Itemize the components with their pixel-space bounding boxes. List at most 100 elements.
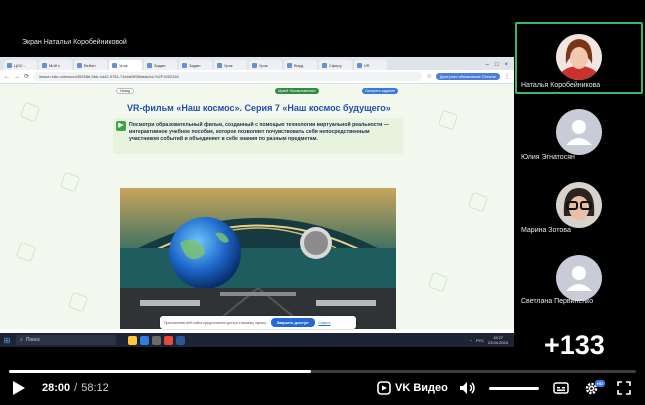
- browser-tab[interactable]: VR: [354, 60, 387, 70]
- browser-tab[interactable]: ЦОС -: [4, 60, 37, 70]
- screen-share-notification-text: Приложению веб-сайта предоставлен доступ…: [164, 320, 267, 325]
- favicon-icon: [42, 62, 47, 68]
- windows-taskbar: ⊞ ⌕ Поиск ◔ РУС 15:27 23.04.2024: [0, 333, 514, 347]
- maximize-icon[interactable]: □: [495, 62, 499, 68]
- volume-icon: [460, 382, 475, 394]
- background-doodle-icon: [467, 191, 489, 213]
- favicon-icon: [217, 62, 222, 68]
- video-progress-track[interactable]: [9, 370, 636, 373]
- back-button[interactable]: Назад: [116, 88, 135, 94]
- avatar: [556, 182, 602, 228]
- player-controls: 28:00 / 58:12 VK Видео HD: [0, 360, 645, 405]
- windows-start-icon[interactable]: ⊞: [0, 333, 14, 347]
- stop-sharing-button[interactable]: Закрыть доступ: [270, 318, 315, 327]
- screen-share-notification: Приложению веб-сайта предоставлен доступ…: [160, 316, 356, 329]
- default-avatar-icon: [556, 109, 602, 155]
- fullscreen-icon: [617, 381, 631, 395]
- view-task-button[interactable]: Смотреть задание: [362, 88, 398, 94]
- taskbar-apps: [128, 335, 185, 345]
- menu-icon[interactable]: ⋮: [504, 73, 510, 80]
- favicon-icon: [357, 62, 362, 68]
- browser-tab[interactable]: Урок: [214, 60, 247, 70]
- participant-tile[interactable]: Юлия Эгнатосян: [514, 97, 644, 172]
- close-icon[interactable]: ×: [504, 62, 508, 68]
- browser-tab-active[interactable]: Урок: [109, 60, 142, 70]
- system-tray: ◔ РУС 15:27 23.04.2024: [470, 335, 514, 345]
- edge-icon[interactable]: [140, 335, 149, 345]
- volume-button[interactable]: [459, 380, 477, 396]
- browser-tab[interactable]: Мой с: [39, 60, 72, 70]
- address-bar-row: ← → ⟳ lesson.edu.ru/lesson/392686-5bb-4d…: [0, 70, 514, 84]
- chrome-update-button[interactable]: Доступно обновление Chrome: [435, 73, 500, 80]
- minimize-icon[interactable]: –: [486, 62, 489, 68]
- lesson-title: VR-фильм «Наш космос». Серия 7 «Наш косм…: [127, 103, 391, 113]
- favicon-icon: [77, 62, 82, 68]
- favicon-icon: [7, 62, 12, 68]
- favicon-icon: [147, 62, 152, 68]
- video-progress-fill: [9, 370, 311, 373]
- forward-icon[interactable]: →: [14, 74, 20, 80]
- background-doodle-icon: [19, 101, 41, 123]
- file-explorer-icon[interactable]: [128, 335, 137, 345]
- reload-icon[interactable]: ⟳: [24, 73, 29, 80]
- background-doodle-icon: [59, 171, 81, 193]
- participant-tile[interactable]: Марина Зотова: [514, 170, 644, 245]
- favicon-icon: [112, 62, 117, 68]
- background-doodle-icon: [437, 109, 459, 131]
- more-participants-count[interactable]: +133: [544, 330, 605, 361]
- avatar: [556, 34, 602, 80]
- lesson-page: Назад Музей «Космонавтики» Смотреть зада…: [0, 84, 514, 329]
- vk-video-logo[interactable]: VK Видео: [377, 380, 448, 396]
- background-doodle-icon: [427, 271, 449, 293]
- time-separator: /: [74, 382, 78, 394]
- browser-tab[interactable]: Задан: [179, 60, 212, 70]
- word-icon[interactable]: [176, 335, 185, 345]
- lesson-note-text: Посмотри образовательный фильм, созданны…: [129, 122, 389, 142]
- participant-tile[interactable]: Светлана Первиненко: [514, 243, 644, 318]
- background-doodle-icon: [15, 241, 37, 263]
- time-display: 28:00 / 58:12: [42, 380, 109, 396]
- participant-tile[interactable]: Наталья Коробейникова: [514, 22, 644, 97]
- participant-name: Наталья Коробейникова: [521, 82, 601, 89]
- participant-name: Юлия Эгнатосян: [521, 154, 575, 161]
- url-field[interactable]: lesson.edu.ru/lesson/392686-5bb-4d42-975…: [33, 72, 423, 81]
- play-button[interactable]: [12, 380, 26, 396]
- default-avatar-icon: [556, 255, 602, 301]
- brand-label: VK Видео: [395, 382, 448, 394]
- window-controls: – □ ×: [480, 62, 514, 70]
- background-doodle-icon: [67, 291, 89, 313]
- vr-video-player[interactable]: [120, 188, 396, 329]
- taskbar-search-label: Поиск: [25, 337, 40, 343]
- vk-video-icon: [377, 381, 391, 395]
- subtitles-icon: [553, 382, 569, 394]
- play-icon: [13, 381, 25, 395]
- search-icon: ⌕: [20, 337, 23, 343]
- current-time: 28:00: [42, 382, 71, 394]
- vr-scene-illustration: [120, 188, 396, 329]
- lesson-note: ▶ Посмотри образовательный фильм, создан…: [113, 118, 403, 154]
- taskbar-search[interactable]: ⌕ Поиск: [16, 335, 116, 345]
- browser-tab[interactable]: Урок: [249, 60, 282, 70]
- chrome-icon[interactable]: [164, 335, 173, 345]
- subtitles-button[interactable]: [553, 380, 569, 396]
- shared-screen: ЦОС - Мой с Вебин Урок Задан Задан Урок …: [0, 57, 514, 347]
- back-icon[interactable]: ←: [4, 74, 10, 80]
- participant-name: Светлана Первиненко: [521, 298, 594, 305]
- network-icon[interactable]: ◔: [470, 338, 472, 343]
- participant-name: Марина Зотова: [521, 227, 571, 234]
- hide-notification-link[interactable]: Скрыть: [319, 321, 331, 325]
- language-indicator[interactable]: РУС: [476, 338, 484, 343]
- browser-tab[interactable]: Сферу: [319, 60, 352, 70]
- browser-tab[interactable]: Вебин: [74, 60, 107, 70]
- favicon-icon: [182, 62, 187, 68]
- store-icon[interactable]: [152, 335, 161, 345]
- browser-tab[interactable]: Задан: [144, 60, 177, 70]
- museum-button[interactable]: Музей «Космонавтики»: [275, 88, 319, 94]
- fullscreen-button[interactable]: [617, 380, 631, 396]
- star-icon[interactable]: ☆: [426, 73, 431, 80]
- favicon-icon: [287, 62, 292, 68]
- favicon-icon: [252, 62, 257, 68]
- volume-slider[interactable]: [489, 387, 539, 390]
- browser-tab[interactable]: Ворд: [284, 60, 317, 70]
- clock[interactable]: 15:27 23.04.2024: [488, 335, 508, 345]
